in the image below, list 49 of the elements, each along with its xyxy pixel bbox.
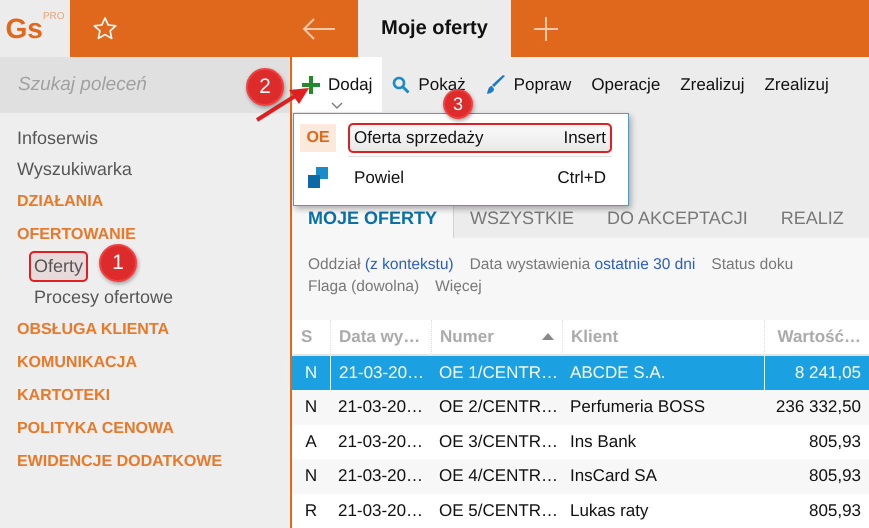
- section-heading[interactable]: EWIDENCJE DODATKOWE: [17, 445, 222, 478]
- table-cell: Perfumeria BOSS: [562, 390, 764, 425]
- table-cell: 21-03-20…: [330, 390, 431, 425]
- table-cell: 805,93: [764, 459, 869, 494]
- brush-icon: [486, 74, 506, 95]
- toolbar-button[interactable]: Dodaj: [292, 57, 382, 112]
- filter-link[interactable]: Data wystawienia ostatnie 30 dni: [470, 256, 696, 274]
- table-cell: 21-03-20…: [330, 356, 431, 390]
- tab[interactable]: DO AKCEPTACJI: [591, 198, 765, 238]
- table-cell: InsCard SA: [562, 459, 764, 494]
- section-heading[interactable]: DZIAŁANIA: [17, 185, 104, 218]
- table-cell: 236 332,50: [764, 390, 869, 425]
- section-heading[interactable]: OBSŁUGA KLIENTA: [17, 313, 169, 346]
- table-cell: OE 1/CENTR…: [431, 356, 562, 390]
- filter-link[interactable]: Flaga (dowolna): [308, 278, 420, 296]
- sidebar-item[interactable]: Oferty: [29, 251, 88, 282]
- section-heading[interactable]: POLITYKA CENOWA: [17, 412, 174, 445]
- toolbar-button[interactable]: Zrealizuj: [670, 57, 755, 112]
- tab[interactable]: WSZYSTKIE: [454, 198, 592, 238]
- table-cell: OE 4/CENTR…: [431, 459, 562, 494]
- table-cell: OE 2/CENTR…: [431, 390, 562, 425]
- toolbar-button[interactable]: Zrealizuj: [754, 57, 839, 112]
- star-icon[interactable]: [92, 16, 118, 42]
- filter-link[interactable]: Więcej: [435, 278, 482, 296]
- search-icon: [392, 76, 410, 94]
- window-tab[interactable]: Moje oferty: [358, 0, 511, 57]
- table-cell: ABCDE S.A.: [562, 356, 764, 390]
- section-heading[interactable]: KOMUNIKACJA: [17, 346, 137, 379]
- filter-link[interactable]: Oddział (z kontekstu): [308, 256, 454, 274]
- table-cell: N: [292, 390, 330, 425]
- table-cell: N: [292, 356, 330, 390]
- sidebar-item[interactable]: Infoserwis: [17, 123, 98, 154]
- sidebar-item[interactable]: Procesy ofertowe: [29, 282, 178, 313]
- table-cell: 8 241,05: [764, 356, 869, 390]
- tab[interactable]: REALIZ: [764, 198, 861, 238]
- plus-icon[interactable]: [533, 16, 559, 42]
- menu-item[interactable]: Oferta sprzedaży Insert: [348, 123, 612, 153]
- toolbar-button[interactable]: Operacje: [581, 57, 670, 112]
- sidebar-item[interactable]: Wyszukiwarka: [17, 154, 132, 185]
- plus-icon: [302, 76, 320, 94]
- caret-icon: [331, 102, 344, 110]
- table-cell: N: [292, 459, 330, 494]
- section-heading[interactable]: KARTOTEKI: [17, 379, 110, 412]
- toolbar-button[interactable]: Popraw: [476, 57, 582, 112]
- filter-link[interactable]: Status doku: [711, 256, 794, 274]
- document-type-icon: OE: [300, 124, 336, 152]
- menu-item[interactable]: Powiel Ctrl+D: [348, 163, 612, 193]
- table-cell: 21-03-20…: [330, 459, 431, 494]
- back-arrow-icon[interactable]: [302, 18, 336, 40]
